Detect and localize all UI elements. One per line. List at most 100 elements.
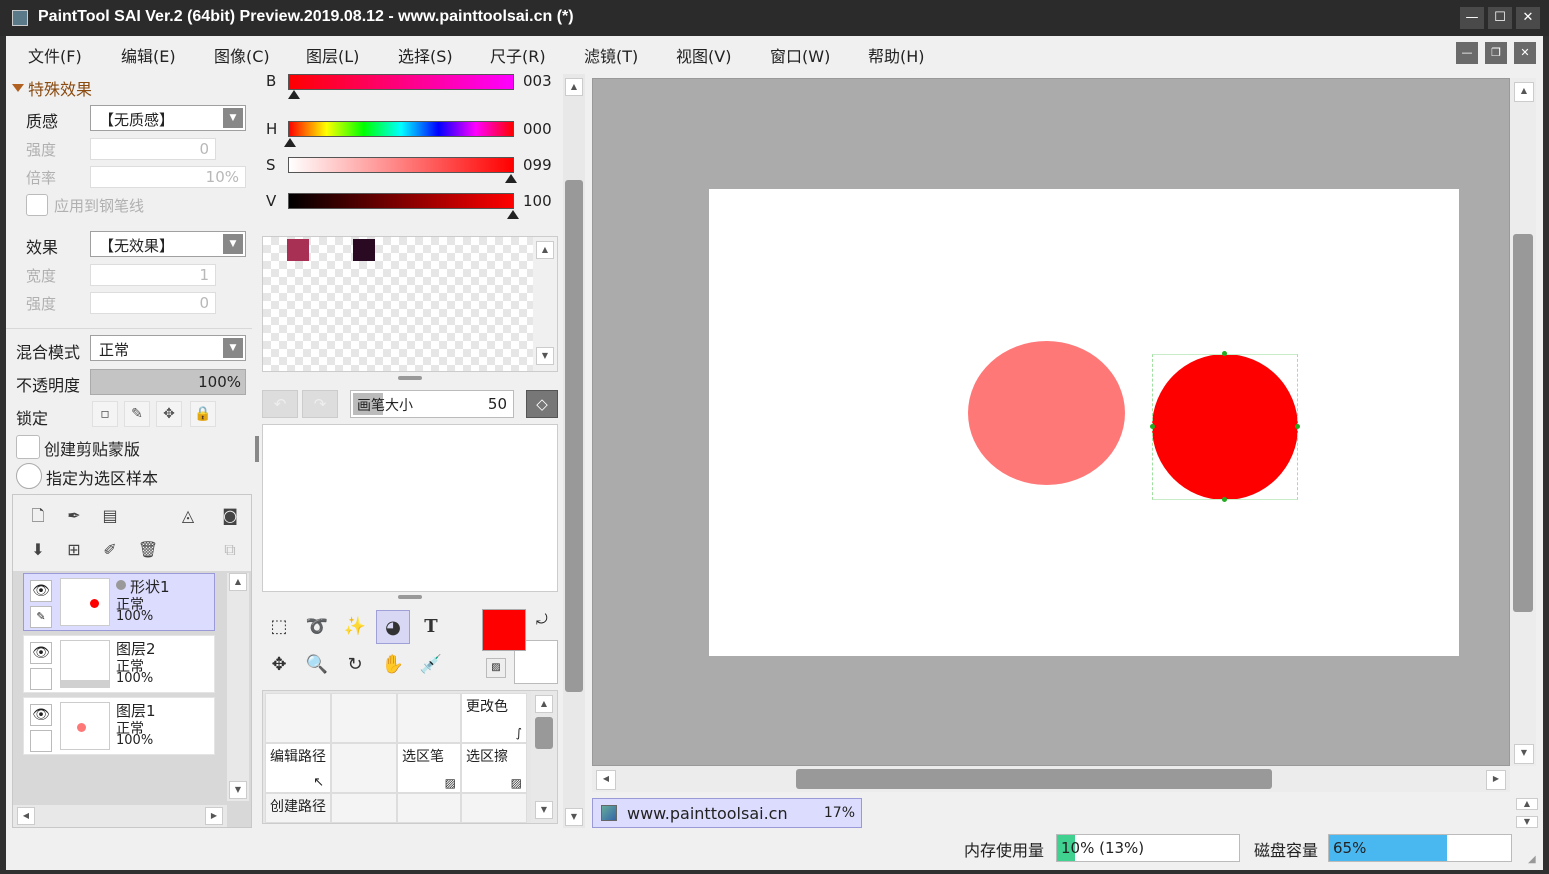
strength2-field[interactable]: 0 — [90, 292, 216, 314]
edit-path-tool[interactable]: 编辑路径 ↖ — [265, 743, 331, 793]
tool-slot[interactable] — [331, 743, 397, 793]
s-marker[interactable] — [505, 174, 517, 183]
eye-icon[interactable]: 👁 — [30, 704, 52, 726]
doc-close-button[interactable]: ✕ — [1514, 42, 1536, 64]
swatch[interactable] — [287, 239, 309, 261]
text-tool-icon[interactable]: T — [414, 610, 448, 644]
scroll-up-icon[interactable]: ▲ — [536, 241, 554, 259]
eye-icon[interactable]: 👁 — [30, 580, 52, 602]
new-layer-icon[interactable]: 🗋 — [27, 505, 49, 527]
menu-layer[interactable]: 图层(L) — [306, 43, 359, 67]
scroll-thumb[interactable] — [796, 769, 1272, 789]
canvas-hscrollbar[interactable]: ◀ ▶ — [592, 766, 1510, 792]
scroll-up-icon[interactable]: ▲ — [535, 695, 553, 713]
canvas-tab[interactable]: www.painttoolsai.cn 17% — [592, 798, 862, 828]
move-tool-icon[interactable]: ✥ — [262, 648, 296, 682]
scroll-right-icon[interactable]: ▶ — [205, 807, 223, 825]
h-marker[interactable] — [284, 138, 296, 147]
resize-grip-icon[interactable]: ◢ — [1528, 854, 1536, 865]
new-vector-layer-icon[interactable]: ✒ — [63, 505, 85, 527]
scroll-right-icon[interactable]: ▶ — [1486, 770, 1506, 790]
brush-size-field[interactable]: 画笔大小 50 — [350, 390, 514, 418]
splitter-handle[interactable] — [398, 376, 422, 380]
shape-tool-icon[interactable]: ◕ — [376, 610, 410, 644]
s-slider[interactable] — [288, 157, 514, 173]
primary-color[interactable] — [482, 609, 526, 651]
apply-pen-checkbox[interactable] — [26, 194, 48, 216]
minimize-button[interactable]: — — [1460, 7, 1484, 29]
scroll-thumb[interactable] — [535, 717, 553, 749]
tool-slot[interactable] — [331, 693, 397, 743]
tool-slot[interactable] — [265, 693, 331, 743]
eraser-toggle-button[interactable]: ◇ — [526, 390, 558, 418]
pencil-icon[interactable]: ✎ — [30, 668, 52, 690]
sel-sample-radio[interactable] — [16, 463, 42, 489]
change-color-tool[interactable]: 更改色 ∫ — [461, 693, 527, 743]
menu-select[interactable]: 选择(S) — [398, 43, 453, 67]
menu-image[interactable]: 图像(C) — [214, 43, 270, 67]
menu-filter[interactable]: 滤镜(T) — [584, 43, 638, 67]
eye-icon[interactable]: 👁 — [30, 642, 52, 664]
layer-scrollbar[interactable]: ▲ ▼ — [227, 573, 249, 801]
doc-minimize-button[interactable]: — — [1456, 42, 1478, 64]
handle-bottom[interactable] — [1222, 497, 1227, 502]
v-marker[interactable] — [507, 210, 519, 219]
panel-splitter[interactable] — [255, 436, 259, 462]
effect-dropdown[interactable]: 【无效果】 ▼ — [90, 231, 246, 257]
shape-layer-icon[interactable]: ◬ — [177, 505, 199, 527]
collapse-icon[interactable] — [12, 84, 24, 92]
scale-field[interactable]: 10% — [90, 166, 246, 188]
lasso-icon[interactable]: ➰ — [300, 610, 334, 644]
b-marker[interactable] — [288, 90, 300, 99]
tool-slot[interactable] — [397, 693, 461, 743]
tool-slot[interactable] — [331, 793, 397, 823]
scroll-left-icon[interactable]: ◀ — [17, 807, 35, 825]
sel-pen-tool[interactable]: 选区笔 ▨ — [397, 743, 461, 793]
handle-right[interactable] — [1295, 424, 1300, 429]
menu-edit[interactable]: 编辑(E) — [121, 43, 176, 67]
layer-row[interactable]: 👁 ✎ 图层1 正常 100% — [23, 697, 215, 755]
menu-ruler[interactable]: 尺子(R) — [490, 43, 546, 67]
doc-restore-button[interactable]: ❐ — [1485, 42, 1507, 64]
hand-tool-icon[interactable]: ✋ — [376, 648, 410, 682]
canvas-viewport[interactable] — [592, 78, 1510, 766]
rect-select-icon[interactable]: ⬚ — [262, 610, 296, 644]
scroll-up-icon[interactable]: ▲ — [229, 573, 247, 591]
close-button[interactable]: ✕ — [1516, 7, 1540, 29]
swap-colors-icon[interactable]: ⤾ — [536, 612, 548, 628]
menu-file[interactable]: 文件(F) — [28, 43, 82, 67]
handle-left[interactable] — [1150, 424, 1155, 429]
sel-eraser-tool[interactable]: 选区擦 ▨ — [461, 743, 527, 793]
eyedropper-icon[interactable]: 💉 — [414, 648, 448, 682]
scroll-down-icon[interactable]: ▼ — [1514, 744, 1534, 764]
tab-scroll-up-icon[interactable]: ▲ — [1516, 798, 1538, 810]
light-red-ellipse[interactable] — [968, 341, 1125, 485]
clear-layer-icon[interactable]: ✐ — [99, 539, 121, 561]
texture-dropdown[interactable]: 【无质感】 ▼ — [90, 105, 246, 131]
zoom-tool-icon[interactable]: 🔍 — [300, 648, 334, 682]
add-layer-icon[interactable]: ⊞ — [63, 539, 85, 561]
scroll-down-icon[interactable]: ▼ — [565, 808, 583, 826]
scroll-thumb[interactable] — [565, 180, 583, 692]
new-folder-icon[interactable]: ▤ — [99, 505, 121, 527]
magic-wand-icon[interactable]: ✨ — [338, 610, 372, 644]
width-field[interactable]: 1 — [90, 264, 216, 286]
tool-grid-scrollbar[interactable]: ▲ ▼ — [531, 691, 557, 823]
delete-layer-icon[interactable]: 🗑 — [137, 539, 159, 561]
scroll-down-icon[interactable]: ▼ — [535, 801, 553, 819]
layer-row[interactable]: 👁 ✎ 图层2 正常 100% — [23, 635, 215, 693]
scroll-left-icon[interactable]: ◀ — [596, 770, 616, 790]
canvas-vscrollbar[interactable]: ▲ ▼ — [1510, 78, 1536, 766]
scroll-down-icon[interactable]: ▼ — [536, 347, 554, 365]
strength-field[interactable]: 0 — [90, 138, 216, 160]
v-slider[interactable] — [288, 193, 514, 209]
tab-scroll-down-icon[interactable]: ▼ — [1516, 816, 1538, 828]
clip-mask-checkbox[interactable] — [16, 435, 40, 459]
effects-section-title[interactable]: 特殊效果 — [28, 76, 92, 100]
handle-top[interactable] — [1222, 351, 1227, 356]
transparent-color-icon[interactable]: ▨ — [486, 658, 506, 678]
tool-slot[interactable] — [397, 793, 461, 823]
pencil-icon[interactable]: ✎ — [30, 730, 52, 752]
swatch[interactable] — [353, 239, 375, 261]
opacity-slider[interactable]: 100% — [90, 369, 246, 395]
